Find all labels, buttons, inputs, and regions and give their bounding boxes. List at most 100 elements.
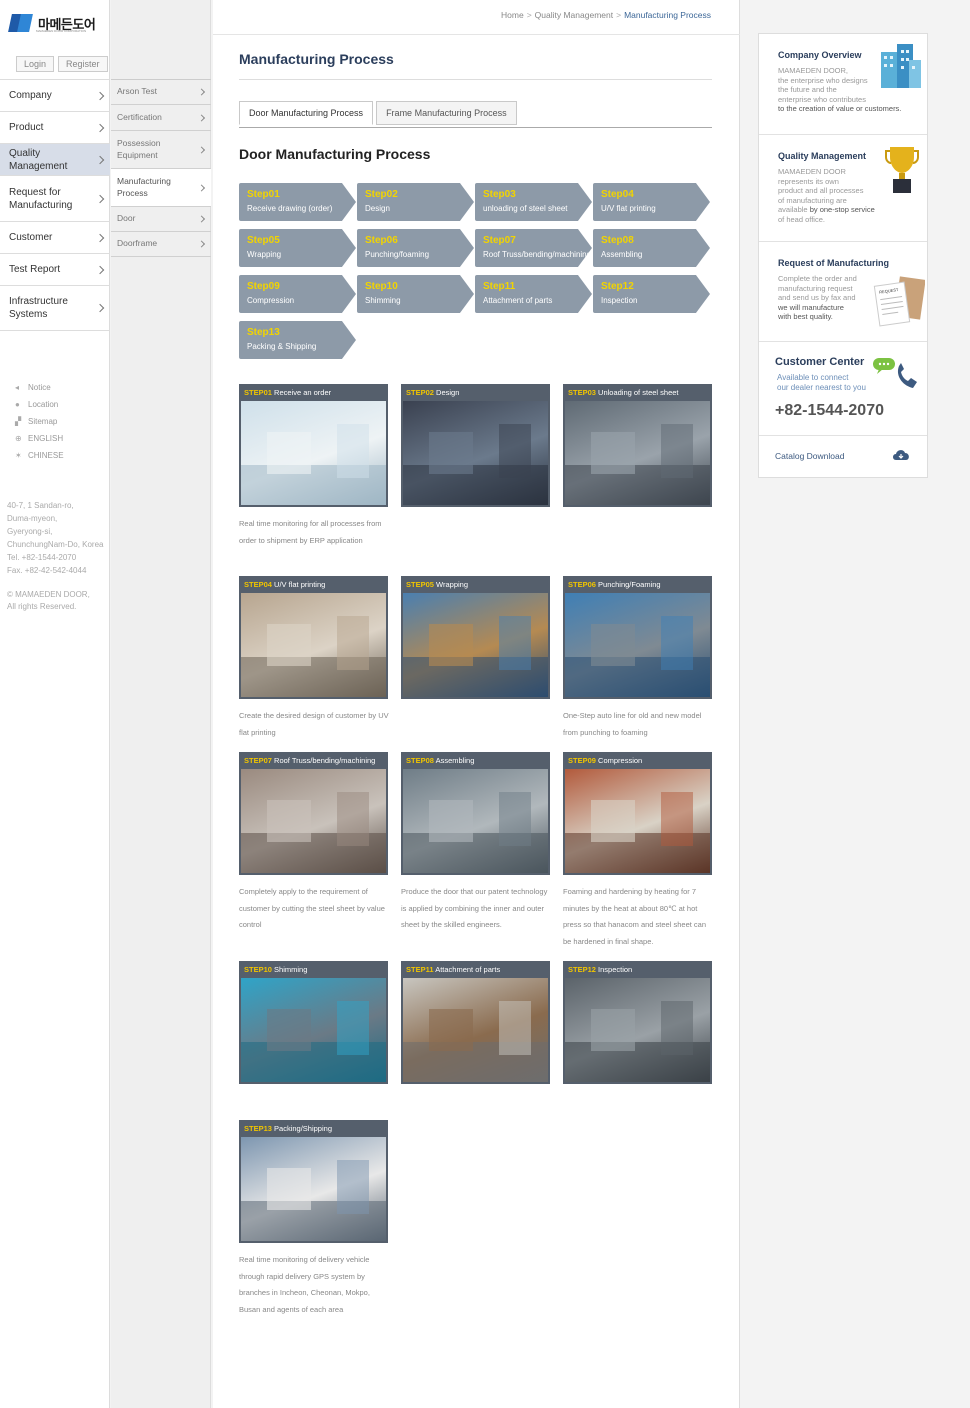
step-card-number: STEP05 xyxy=(406,580,434,589)
customer-phone-number[interactable]: +82-1544-2070 xyxy=(775,402,884,420)
breadcrumb-current: Manufacturing Process xyxy=(624,10,711,20)
step-number: Step08 xyxy=(601,235,634,246)
breadcrumb-separator: > xyxy=(616,10,622,20)
step-card-photo xyxy=(239,1137,388,1243)
util-sitemap[interactable]: ▞ Sitemap xyxy=(15,417,64,426)
step-label: Punching/foaming xyxy=(365,250,430,259)
step-card-description: Real time monitoring for all processes f… xyxy=(239,519,382,545)
step-card-header: STEP04 U/V flat printing xyxy=(239,576,388,593)
sitemap-icon: ▞ xyxy=(15,417,22,426)
customer-center-title: Customer Center xyxy=(775,356,865,368)
step-label: Inspection xyxy=(601,296,638,305)
step-card-4: STEP04 U/V flat printing Create the desir… xyxy=(239,576,389,741)
speaker-icon: ◂ xyxy=(15,383,20,392)
company-address: 40-7, 1 Sandan-ro, Duma-myeon, Gyeryong-… xyxy=(7,501,104,575)
quality-management-text: MAMAEDEN DOOR represents its own product… xyxy=(778,167,875,224)
submenu-item-manufacturing-process[interactable]: Manufacturing Process xyxy=(111,169,211,207)
step-arrow-9: Step09 Compression xyxy=(239,275,356,313)
company-overview-text: MAMAEDEN DOOR, the enterprise who design… xyxy=(778,66,902,113)
step-arrow-3: Step03 unloading of steel sheet xyxy=(475,183,592,221)
step-card-title: Receive an order xyxy=(274,388,332,397)
step-card-2: STEP02 Design xyxy=(401,384,550,516)
breadcrumb: Home > Quality Management > Manufacturin… xyxy=(501,10,711,20)
divider xyxy=(213,34,740,35)
login-button[interactable]: Login xyxy=(16,56,55,72)
step-card-photo xyxy=(239,769,388,875)
menu-item-quality-management[interactable]: Quality Management xyxy=(0,144,110,176)
step-label: Design xyxy=(365,204,390,213)
step-card-12: STEP12 Inspection xyxy=(563,961,712,1093)
location-pin-icon: ● xyxy=(15,400,20,409)
step-card-title: Packing/Shipping xyxy=(274,1124,332,1133)
menu-item-customer[interactable]: Customer xyxy=(0,222,110,254)
sub-menu: Arson Test Certification Possession Equi… xyxy=(111,79,211,257)
tab-door-manufacturing[interactable]: Door Manufacturing Process xyxy=(239,101,374,125)
step-card-header: STEP05 Wrapping xyxy=(401,576,550,593)
step-card-header: STEP03 Unloading of steel sheet xyxy=(563,384,712,401)
step-number: Step10 xyxy=(365,281,398,292)
company-overview-box[interactable]: Company Overview MAMAEDEN DOOR, the ente… xyxy=(759,34,927,135)
util-chinese[interactable]: ✶ CHINESE xyxy=(15,451,64,460)
register-button[interactable]: Register xyxy=(58,56,108,72)
request-of-manufacturing-box[interactable]: Request of Manufacturing Complete the or… xyxy=(759,242,927,342)
step-card-photo xyxy=(563,769,712,875)
step-card-photo xyxy=(563,978,712,1084)
util-notice[interactable]: ◂ Notice xyxy=(15,383,64,392)
phone-chat-icon xyxy=(873,358,917,388)
step-card-number: STEP13 xyxy=(244,1124,272,1133)
step-label: Receive drawing (order) xyxy=(247,204,333,213)
step-arrow-6: Step06 Punching/foaming xyxy=(357,229,474,267)
util-english[interactable]: ⊕ ENGLISH xyxy=(15,434,64,443)
main-nav: 마메든도어 MAMAEDEN DOOR CORPORATION Login Re… xyxy=(0,0,110,1408)
quality-management-box[interactable]: Quality Management MAMAEDEN DOOR represe… xyxy=(759,135,927,242)
submenu-item-doorframe[interactable]: Doorframe xyxy=(111,232,211,257)
building-icon xyxy=(881,44,921,88)
step-label: Assembling xyxy=(601,250,643,259)
customer-center-box[interactable]: Customer Center Available to connect our… xyxy=(759,342,927,436)
util-location[interactable]: ● Location xyxy=(15,400,64,409)
step-card-photo xyxy=(401,401,550,507)
step-card-title: Compression xyxy=(598,756,643,765)
menu-item-request-for-manufacturing[interactable]: Request for Manufacturing xyxy=(0,176,110,222)
step-number: Step13 xyxy=(247,327,280,338)
step-card-photo xyxy=(563,593,712,699)
catalog-download-box[interactable]: Catalog Download xyxy=(759,436,927,477)
step-number: Step04 xyxy=(601,189,634,200)
step-card-title: Wrapping xyxy=(436,580,468,589)
menu-item-product[interactable]: Product xyxy=(0,112,110,144)
step-card-number: STEP11 xyxy=(406,965,434,974)
tab-frame-manufacturing[interactable]: Frame Manufacturing Process xyxy=(376,101,517,125)
step-label: Wrapping xyxy=(247,250,282,259)
menu-item-company[interactable]: Company xyxy=(0,80,110,112)
step-card-description: Real time monitoring of delivery vehicle… xyxy=(239,1255,370,1314)
step-card-photo xyxy=(239,401,388,507)
step-label: Shimming xyxy=(365,296,401,305)
submenu-item-possession-equipment[interactable]: Possession Equipment xyxy=(111,131,211,169)
breadcrumb-section[interactable]: Quality Management xyxy=(535,10,613,20)
globe-icon: ⊕ xyxy=(15,434,22,443)
cloud-download-icon xyxy=(893,450,909,460)
step-card-number: STEP01 xyxy=(244,388,272,397)
step-card-header: STEP11 Attachment of parts xyxy=(401,961,550,978)
breadcrumb-home[interactable]: Home xyxy=(501,10,524,20)
logo-subtext: MAMAEDEN DOOR CORPORATION xyxy=(36,29,87,33)
step-card-description: Completely apply to the requirement of c… xyxy=(239,887,385,929)
menu-item-test-report[interactable]: Test Report xyxy=(0,254,110,286)
step-card-title: U/V flat printing xyxy=(274,580,326,589)
step-card-title: Roof Truss/bending/machining xyxy=(274,756,376,765)
submenu-item-arson-test[interactable]: Arson Test xyxy=(111,80,211,105)
step-number: Step03 xyxy=(483,189,516,200)
menu-item-infrastructure-systems[interactable]: Infrastructure Systems xyxy=(0,286,110,331)
step-label: Roof Truss/bending/machining xyxy=(483,250,592,259)
step-card-number: STEP10 xyxy=(244,965,272,974)
step-card-title: Shimming xyxy=(274,965,308,974)
step-card-photo xyxy=(401,769,550,875)
company-overview-title: Company Overview xyxy=(778,50,862,60)
step-card-header: STEP06 Punching/Foaming xyxy=(563,576,712,593)
submenu-item-certification[interactable]: Certification xyxy=(111,105,211,131)
step-card-header: STEP07 Roof Truss/bending/machining xyxy=(239,752,388,769)
submenu-item-door[interactable]: Door xyxy=(111,207,211,232)
right-sidebar: Company Overview MAMAEDEN DOOR, the ente… xyxy=(758,33,928,478)
step-card-photo xyxy=(239,978,388,1084)
step-card-13: STEP13 Packing/Shipping Real time monitor… xyxy=(239,1120,388,1318)
